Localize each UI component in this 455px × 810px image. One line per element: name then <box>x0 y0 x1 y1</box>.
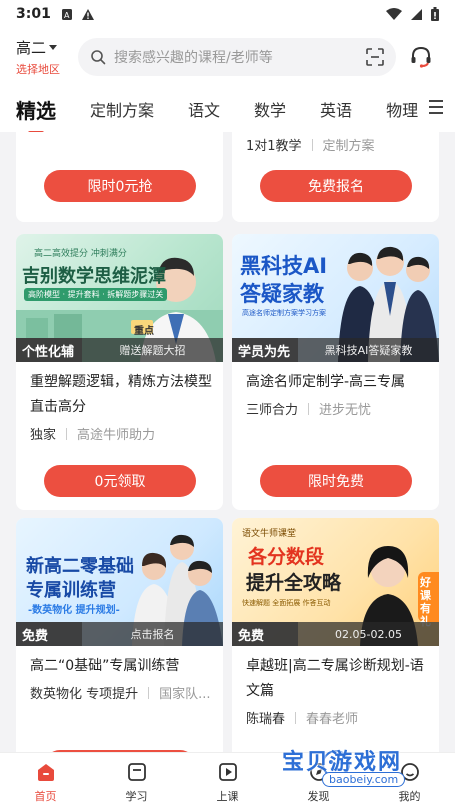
banner-headline: 各分数段 <box>248 546 325 568</box>
course-title[interactable]: 高途名师定制学-高三专属 <box>246 370 431 395</box>
grade-selector[interactable]: 高二 <box>16 37 58 58</box>
course-title[interactable]: 高二“0基础”专属训练营 <box>30 654 215 679</box>
nav-study[interactable]: 学习 <box>91 753 182 810</box>
free-button[interactable]: 限时免费 <box>260 465 412 497</box>
course-meta-primary: 数英物化 专项提升 <box>30 687 139 702</box>
banner-tag-label: 免费 <box>232 622 298 646</box>
banner-tag-label: 个性化辅 <box>16 338 82 362</box>
banner-headline-2: 提升全攻略 <box>246 572 342 594</box>
status-time: 3:01 <box>16 6 51 22</box>
course-card[interactable]: 1对1教学 定制方案 免费报名 <box>232 132 439 222</box>
study-icon <box>125 760 149 784</box>
status-bar: 3:01 A <box>0 0 455 28</box>
course-meta: 数英物化 专项提升 国家队... <box>30 683 211 702</box>
watermark-logo: 宝贝游戏网 baobeiy.com <box>282 748 432 794</box>
course-card[interactable]: 限时0元抢 <box>16 132 223 222</box>
course-card[interactable]: 新高二零基础 专属训练营 -数英物化 提升规划- 免费 点击报名 高二“0基础”… <box>16 518 223 752</box>
region-label[interactable]: 选择地区 <box>16 61 60 77</box>
sim-icon: A <box>61 8 72 20</box>
tab-math[interactable]: 数学 <box>254 97 286 121</box>
course-banner[interactable]: 黑科技AI 答疑家教 高途名师定制方案学习方案 学员为先 黑科技AI答疑家教 <box>232 234 439 362</box>
home-icon <box>34 760 58 784</box>
nav-class[interactable]: 上课 <box>182 753 273 810</box>
course-meta-primary: 三师合力 <box>246 403 299 418</box>
course-meta: 独家 高途牛师助力 <box>30 424 155 443</box>
banner-tag-sub: 赠送解题大招 <box>119 344 186 357</box>
banner-headline-2: 答疑家教 <box>240 282 324 306</box>
customer-service-icon[interactable] <box>406 42 436 72</box>
claim-button[interactable]: 限时0元抢 <box>44 170 196 202</box>
search-bar[interactable]: 搜索感兴趣的课程/老师等 <box>78 38 396 76</box>
nav-home[interactable]: 首页 <box>0 753 91 810</box>
grade-label: 高二 <box>16 39 47 57</box>
banner-top-tag: 高二高效提分 冲刺满分 <box>34 249 127 259</box>
banner-subline: 快速解题 全面拓展 作答互动 <box>242 599 331 607</box>
banner-tag-label: 免费 <box>16 622 82 646</box>
alert-icon <box>81 8 94 20</box>
course-meta: 陈瑞春 春春老师 <box>246 708 358 727</box>
course-meta-secondary: 春春老师 <box>306 712 359 727</box>
banner-headline: 黑科技AI <box>240 254 328 278</box>
watermark-url: baobeiy.com <box>322 772 406 787</box>
tab-english[interactable]: 英语 <box>320 97 352 121</box>
signup-button[interactable]: 免费报名 <box>260 170 412 202</box>
course-meta-primary: 独家 <box>30 428 57 443</box>
tab-custom-plan[interactable]: 定制方案 <box>90 97 154 121</box>
search-icon <box>91 50 106 65</box>
course-banner[interactable]: 语文牛师课堂 各分数段 提升全攻略 快速解题 全面拓展 作答互动 好课有礼 免费… <box>232 518 439 646</box>
banner-tag: 学员为先 黑科技AI答疑家教 <box>232 338 439 362</box>
claim-button[interactable]: 0元领取 <box>44 465 196 497</box>
nav-study-label: 学习 <box>125 789 148 803</box>
banner-tag: 个性化辅 赠送解题大招 <box>16 338 223 362</box>
course-card[interactable]: 黑科技AI 答疑家教 高途名师定制方案学习方案 学员为先 黑科技AI答疑家教 高… <box>232 234 439 510</box>
course-card[interactable]: 语文牛师课堂 各分数段 提升全攻略 快速解题 全面拓展 作答互动 好课有礼 免费… <box>232 518 439 752</box>
banner-headline-2: 专属训练营 <box>26 580 116 601</box>
nav-home-label: 首页 <box>34 789 57 803</box>
banner-subline: 高阶模型 · 提升套料 · 拆解题步骤过关 <box>24 288 168 301</box>
banner-top-tag: 语文牛师课堂 <box>242 529 297 539</box>
course-banner[interactable]: 新高二零基础 专属训练营 -数英物化 提升规划- 免费 点击报名 <box>16 518 223 646</box>
menu-icon[interactable] <box>429 100 443 114</box>
banner-tag: 免费 点击报名 <box>16 622 223 646</box>
course-meta-secondary: 高途牛师助力 <box>77 428 156 443</box>
banner-tag-sub: 黑科技AI答疑家教 <box>324 344 413 357</box>
course-banner[interactable]: 高二高效提分 冲刺满分 吉别数学思维泥潭 高阶模型 · 提升套料 · 拆解题步骤… <box>16 234 223 362</box>
banner-badge: 好课有礼 <box>420 576 431 628</box>
course-meta-secondary: 进步无忧 <box>319 403 372 418</box>
course-card[interactable]: 高二高效提分 冲刺满分 吉别数学思维泥潭 高阶模型 · 提升套料 · 拆解题步骤… <box>16 234 223 510</box>
course-title[interactable]: 重塑解题逻辑，精炼方法模型直击高分 <box>30 370 215 420</box>
banner-tag-sub: 02.05-02.05 <box>335 627 402 641</box>
banner-headline: 吉别数学思维泥潭 <box>22 266 166 287</box>
course-meta-primary: 陈瑞春 <box>246 712 286 727</box>
course-meta: 三师合力 进步无忧 <box>246 399 371 418</box>
tab-chinese[interactable]: 语文 <box>188 97 220 121</box>
region-selector[interactable]: 高二 选择地区 <box>16 37 68 77</box>
scan-icon[interactable] <box>366 48 384 66</box>
course-meta-secondary: 国家队... <box>159 687 211 702</box>
tab-physics[interactable]: 物理 <box>386 97 418 121</box>
tab-featured[interactable]: 精选 <box>16 95 56 135</box>
banner-headline: 新高二零基础 <box>26 556 134 577</box>
course-meta: 1对1教学 定制方案 <box>246 135 375 154</box>
course-meta-secondary: 定制方案 <box>322 139 375 154</box>
course-meta-primary: 1对1教学 <box>246 139 302 154</box>
banner-tag-label: 学员为先 <box>232 338 298 362</box>
search-input[interactable]: 搜索感兴趣的课程/老师等 <box>114 47 366 67</box>
play-icon <box>216 760 240 784</box>
nav-class-label: 上课 <box>216 789 239 803</box>
course-title[interactable]: 卓越班|高二专属诊断规划-语文篇 <box>246 654 431 704</box>
banner-badge: 重点 <box>134 326 154 337</box>
top-header: 高二 选择地区 搜索感兴趣的课程/老师等 <box>0 28 455 86</box>
chevron-down-icon <box>49 45 58 50</box>
banner-tag-sub: 点击报名 <box>130 628 175 641</box>
svg-text:A: A <box>64 11 70 20</box>
banner-subline: -数英物化 提升规划- <box>28 605 120 616</box>
category-tabs: 精选 定制方案 语文 数学 英语 物理 <box>0 86 455 135</box>
banner-subline: 高途名师定制方案学习方案 <box>242 309 326 317</box>
signal-icon <box>411 8 422 20</box>
course-feed[interactable]: 限时0元抢 1对1教学 定制方案 免费报名 高二高效提分 冲刺满分 吉别数学思维泥… <box>0 132 455 752</box>
banner-tag: 免费 02.05-02.05 <box>232 622 439 646</box>
battery-icon <box>431 7 439 21</box>
wifi-icon <box>386 7 402 20</box>
